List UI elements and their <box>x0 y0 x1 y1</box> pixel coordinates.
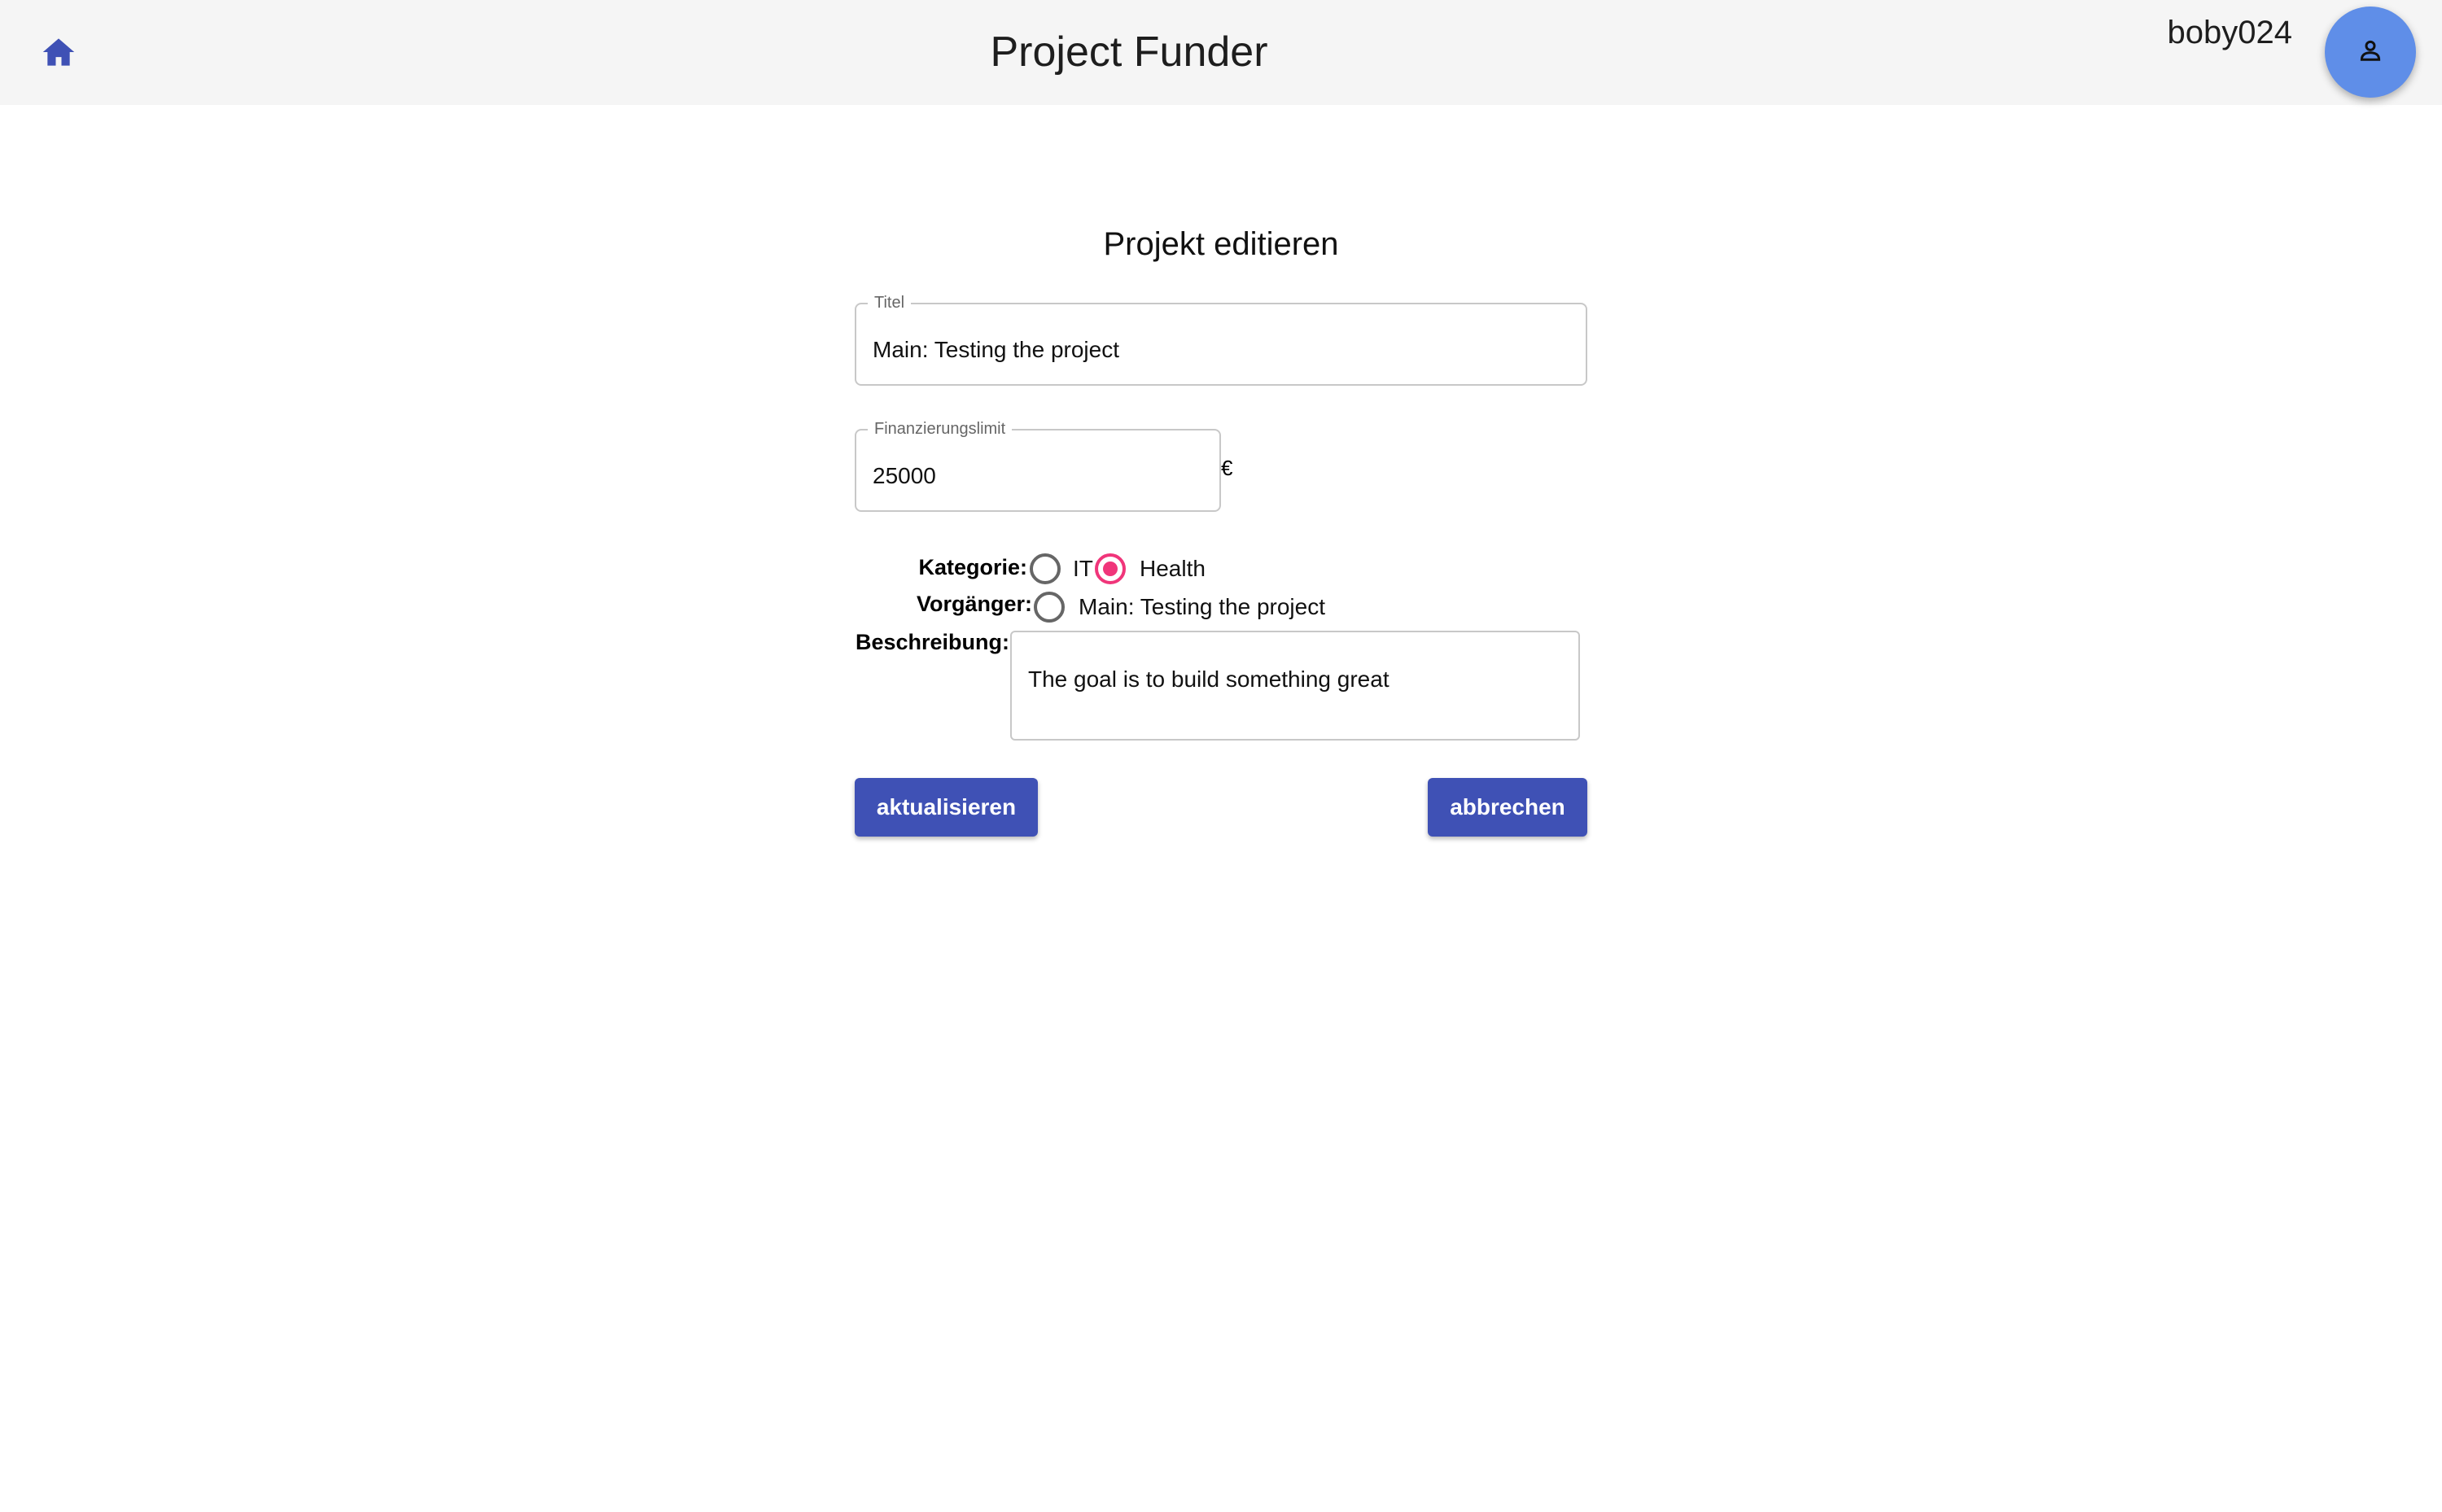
beschreibung-label: Beschreibung: <box>855 630 1009 654</box>
avatar-button[interactable] <box>2325 7 2416 98</box>
update-button[interactable]: aktualisieren <box>855 778 1038 837</box>
kategorie-label: Kategorie: <box>918 555 1027 579</box>
app-title: Project Funder <box>990 28 1268 76</box>
top-app-bar: Project Funder boby024 <box>0 0 2442 105</box>
currency-symbol: € <box>1221 456 1233 480</box>
funding-limit-label: Finanzierungslimit <box>868 419 1013 439</box>
description-textarea[interactable]: The goal is to build something great <box>1010 631 1580 741</box>
radio-label-health: Health <box>1140 556 1206 581</box>
form-title: Projekt editieren <box>1103 226 1339 262</box>
radio-kategorie-it[interactable] <box>1030 553 1061 584</box>
radio-kategorie-health[interactable] <box>1095 553 1126 584</box>
person-icon <box>2358 38 2383 67</box>
cancel-button[interactable]: abbrechen <box>1428 778 1587 837</box>
radio-label-vorgaenger: Main: Testing the project <box>1079 594 1325 619</box>
title-field[interactable]: Titel Main: Testing the project <box>855 293 1587 386</box>
funding-limit-field[interactable]: Finanzierungslimit 25000 <box>855 419 1221 512</box>
funding-limit-value: 25000 <box>873 463 936 488</box>
vorgaenger-label: Vorgänger: <box>916 592 1032 616</box>
username: boby024 <box>2167 15 2292 50</box>
title-field-value: Main: Testing the project <box>873 337 1119 362</box>
radio-vorgaenger-main[interactable] <box>1034 592 1065 623</box>
title-field-label: Titel <box>868 293 912 312</box>
radio-label-it: IT <box>1073 556 1093 581</box>
